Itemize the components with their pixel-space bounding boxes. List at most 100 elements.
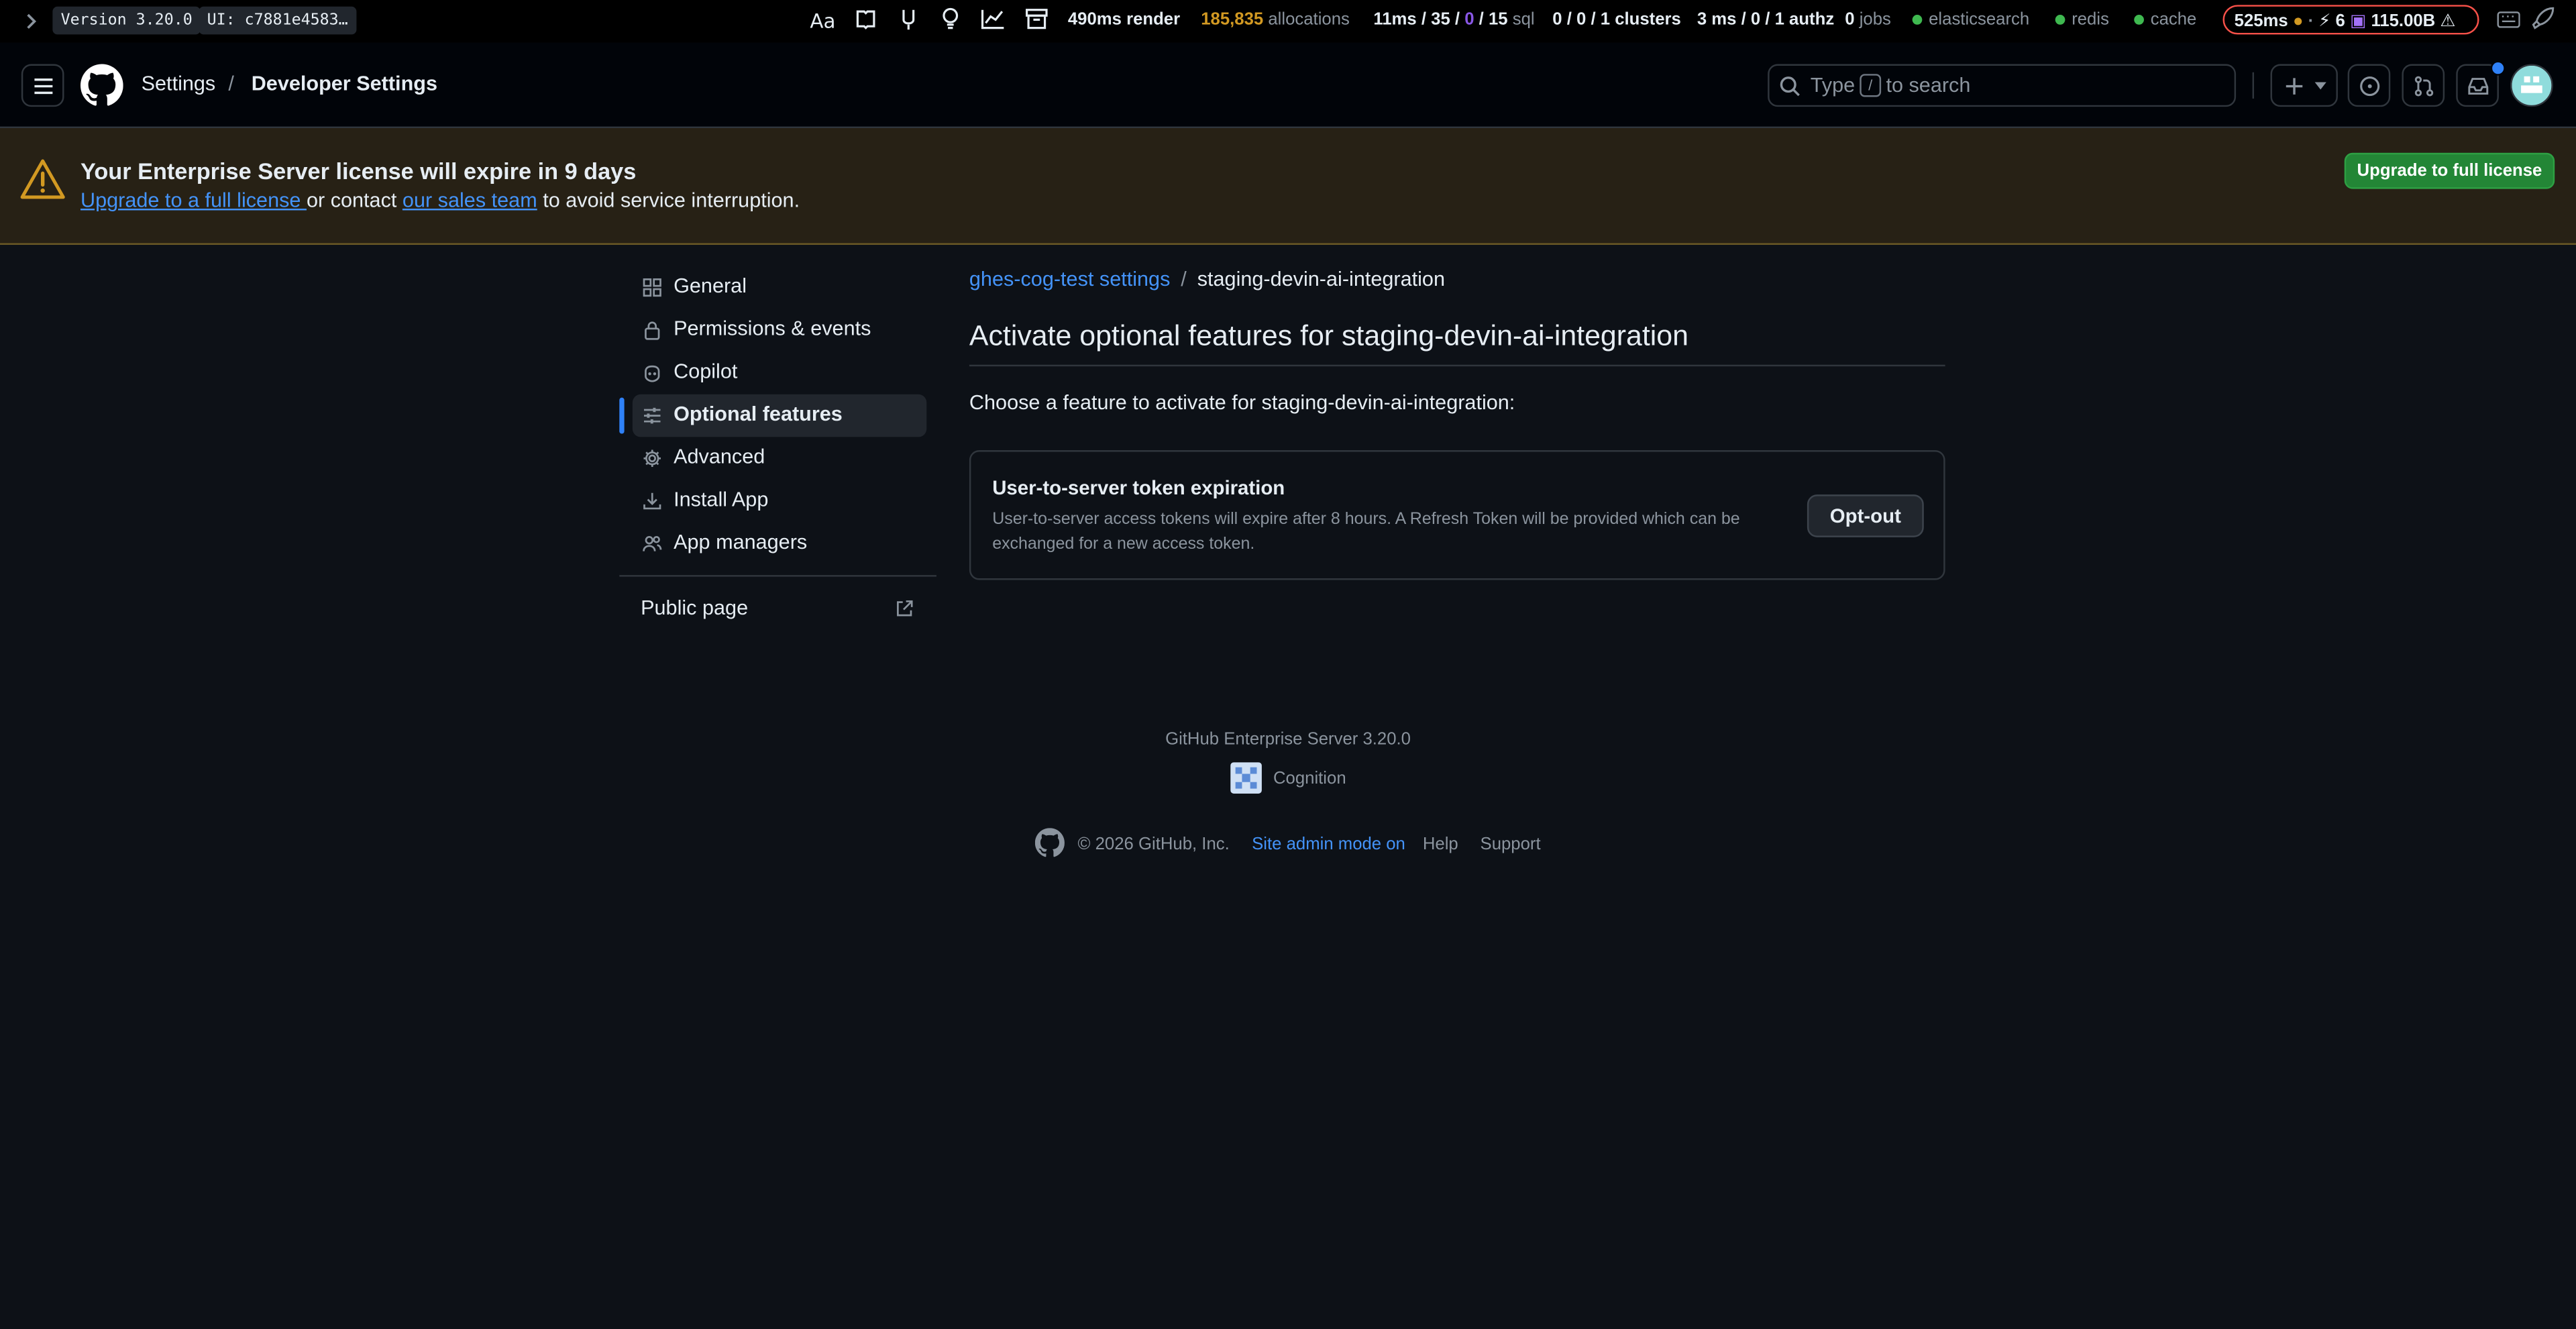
sql-count: / 15 — [1479, 9, 1508, 30]
sales-team-link[interactable]: our sales team — [402, 189, 537, 212]
breadcrumb: ghes-cog-test settings / staging-devin-a… — [969, 268, 1445, 290]
feature-description-line: exchanged for a new access token. — [992, 535, 1255, 554]
graph-icon[interactable] — [981, 8, 1006, 30]
jobs-stat[interactable]: 0 jobs — [1845, 10, 1891, 30]
tools-icon[interactable] — [899, 8, 918, 31]
header-divider — [2252, 72, 2255, 99]
upgrade-to-full-license-button[interactable]: Upgrade to full license — [2344, 152, 2555, 189]
service-label: cache — [2150, 9, 2197, 30]
rocket-icon[interactable] — [2532, 7, 2555, 32]
allocations-stat[interactable]: 185,835 allocations — [1201, 10, 1350, 30]
alert-icon — [19, 158, 66, 201]
link-external-icon — [896, 600, 914, 618]
github-mark-icon[interactable] — [1034, 828, 1065, 857]
sidebar-item-label: Install App — [674, 488, 769, 511]
footer-copyright: © 2026 GitHub, Inc. — [1077, 835, 1230, 855]
perf-mem: 115.00B — [2371, 11, 2436, 32]
book-icon[interactable] — [854, 8, 877, 31]
download-icon — [643, 491, 662, 511]
notification-indicator — [2490, 60, 2506, 76]
sidebar-item-copilot[interactable]: Copilot — [633, 352, 926, 394]
banner-text-end: to avoid service interruption. — [543, 189, 800, 212]
footer-support-link[interactable]: Support — [1481, 835, 1541, 854]
sidebar-item-advanced[interactable]: Advanced — [633, 437, 926, 480]
render-time[interactable]: 490ms render — [1068, 10, 1180, 30]
lightbulb-icon[interactable] — [941, 7, 959, 32]
service-elasticsearch[interactable]: elasticsearch — [1912, 10, 2029, 30]
public-page-link[interactable]: Public page — [633, 588, 926, 631]
menu-button[interactable] — [21, 64, 64, 107]
feature-card: User-to-server token expiration User-to-… — [969, 450, 1945, 580]
debug-toolbar: Version 3.20.0 UI: c7881e4583… Aa 490ms … — [0, 0, 2576, 43]
jobs-label: jobs — [1859, 9, 1891, 30]
sidebar-item-install-app[interactable]: Install App — [633, 480, 926, 523]
bolt-icon: ⚡︎ — [2318, 11, 2331, 32]
banner-title: Your Enterprise Server license will expi… — [80, 158, 637, 184]
memory-icon: ▣ — [2349, 11, 2367, 32]
service-redis[interactable]: redis — [2055, 10, 2109, 30]
breadcrumb-org-settings-link[interactable]: ghes-cog-test settings — [969, 268, 1171, 290]
issues-button[interactable] — [2347, 64, 2391, 107]
text-size-icon[interactable]: Aa — [810, 8, 836, 33]
breadcrumb-separator: / — [1181, 268, 1187, 291]
search-icon — [1779, 76, 1801, 97]
pull-requests-button[interactable] — [2402, 64, 2445, 107]
sidebar-item-label: App managers — [674, 531, 808, 554]
service-cache[interactable]: cache — [2134, 10, 2196, 30]
github-logo-icon[interactable] — [80, 64, 123, 107]
footer-version: GitHub Enterprise Server 3.20.0 — [1165, 729, 1411, 749]
sliders-icon — [643, 406, 662, 425]
upgrade-license-link[interactable]: Upgrade to a full license — [80, 189, 307, 212]
service-label: redis — [2072, 9, 2109, 30]
banner-message: Upgrade to a full license or contact our… — [80, 189, 800, 212]
sidebar-item-app-managers[interactable]: App managers — [633, 523, 926, 566]
version-chip[interactable]: Version 3.20.0 — [52, 6, 201, 35]
ui-chip[interactable]: UI: c7881e4583… — [199, 6, 356, 35]
notifications-button[interactable] — [2456, 60, 2506, 107]
active-item-indicator — [619, 397, 625, 434]
perf-chip[interactable]: 525ms ● · ⚡︎ 6 ▣ 115.00B ⚠︎ — [2222, 5, 2479, 35]
search-placeholder-rest: to search — [1886, 74, 1971, 97]
breadcrumb-settings[interactable]: Settings — [142, 72, 216, 95]
dot-separator: · — [2308, 11, 2314, 32]
app-header: Settings / Developer Settings Type / to … — [0, 42, 2576, 129]
page-title: Activate optional features for staging-d… — [969, 319, 1688, 352]
svg-text:Aa: Aa — [810, 10, 835, 33]
avatar[interactable] — [2510, 64, 2553, 107]
status-dot-icon — [1912, 15, 1923, 25]
inbox-icon — [2467, 76, 2489, 97]
sidebar-item-optional-features[interactable]: Optional features — [632, 394, 927, 437]
keyboard-icon[interactable] — [2497, 11, 2520, 28]
clusters-stat[interactable]: 0 / 0 / 1 clusters — [1552, 10, 1681, 30]
search-shortcut-key: / — [1860, 74, 1882, 97]
sidebar-divider — [619, 575, 936, 577]
perf-count: 6 — [2335, 11, 2345, 32]
search-placeholder-type: Type — [1810, 74, 1856, 97]
chevron-right-icon[interactable] — [23, 11, 39, 31]
snail-icon: ● — [2292, 11, 2304, 32]
plus-icon — [2284, 76, 2305, 97]
public-page-label: Public page — [641, 596, 749, 620]
archive-icon[interactable] — [1025, 8, 1048, 30]
sidebar-item-label: Permissions & events — [674, 317, 871, 340]
perf-time: 525ms — [2234, 11, 2288, 32]
sql-stat[interactable]: 11ms / 35 / 0 / 15 sql — [1373, 10, 1534, 30]
banner-text-mid: or contact — [306, 189, 397, 212]
sidebar-item-permissions[interactable]: Permissions & events — [633, 309, 926, 352]
create-new-button[interactable] — [2270, 64, 2338, 107]
sidebar-item-general[interactable]: General — [633, 266, 926, 309]
footer-org-name: Cognition — [1273, 769, 1346, 789]
breadcrumb-current: staging-devin-ai-integration — [1197, 268, 1445, 291]
site-admin-mode-link[interactable]: Site admin mode on — [1252, 835, 1405, 854]
footer-help-link[interactable]: Help — [1423, 835, 1458, 854]
hamburger-icon — [33, 76, 54, 97]
feature-title: User-to-server token expiration — [992, 476, 1285, 500]
status-dot-icon — [2055, 15, 2065, 25]
feature-description-line: User-to-server access tokens will expire… — [992, 511, 1740, 529]
copilot-icon — [643, 363, 662, 382]
search-input[interactable]: Type / to search — [1768, 64, 2237, 107]
breadcrumb-developer-settings[interactable]: Developer Settings — [252, 72, 437, 95]
authz-stat[interactable]: 3 ms / 0 / 1 authz — [1697, 10, 1834, 30]
page-subtitle: Choose a feature to activate for staging… — [969, 390, 1515, 415]
opt-out-button[interactable]: Opt-out — [1807, 494, 1924, 537]
